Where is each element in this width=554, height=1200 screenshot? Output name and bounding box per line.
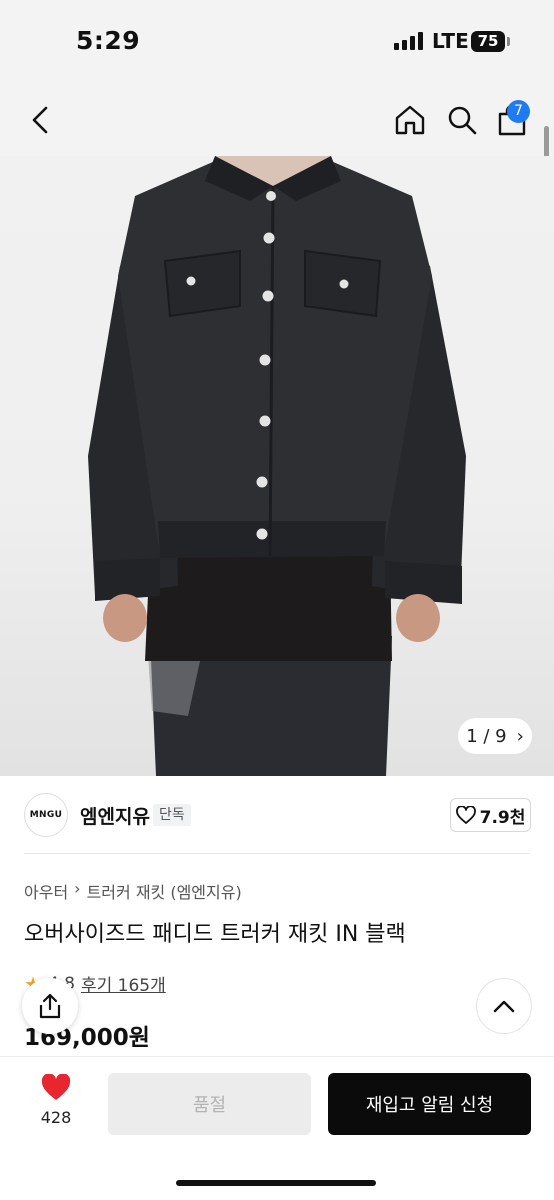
- battery-icon: 75: [471, 31, 505, 52]
- brand-name[interactable]: 엠엔지유: [80, 802, 150, 829]
- wishlist-button[interactable]: [36, 1073, 76, 1105]
- product-title: 오버사이즈드 패디드 트러커 재킷 IN 블랙: [24, 922, 406, 947]
- brand-logo[interactable]: MNGU: [24, 793, 68, 837]
- chevron-right-icon: ›: [74, 879, 81, 898]
- cart-count-badge: 7: [507, 100, 530, 123]
- battery-tip: [507, 37, 510, 46]
- jacket-illustration: [88, 156, 466, 776]
- share-button[interactable]: [22, 978, 78, 1034]
- signal-icon: [394, 32, 423, 50]
- home-icon[interactable]: [390, 100, 430, 140]
- chevron-right-icon: ›: [516, 725, 524, 747]
- chevron-up-icon: [493, 1000, 515, 1013]
- divider: [24, 853, 530, 854]
- soldout-label: 품절: [192, 1095, 227, 1116]
- home-indicator: [176, 1180, 376, 1186]
- brand-like-button[interactable]: 7.9천: [450, 798, 531, 832]
- brand-like-count: 7.9천: [479, 807, 526, 828]
- search-icon[interactable]: [442, 100, 482, 140]
- exclusive-badge: 단독: [153, 804, 191, 826]
- reviews-link[interactable]: 후기 165개: [81, 971, 166, 996]
- breadcrumb-item-category[interactable]: 트러커 재킷 (엠엔지유): [87, 879, 242, 903]
- network-label: LTE: [432, 29, 469, 53]
- heart-filled-icon: [41, 1073, 71, 1100]
- product-image[interactable]: [0, 156, 554, 776]
- restock-alert-button[interactable]: 재입고 알림 신청: [328, 1073, 531, 1135]
- wishlist-count: 428: [40, 1108, 72, 1127]
- image-counter-text: 1 / 9: [466, 725, 507, 747]
- heart-outline-icon: [455, 806, 476, 824]
- nav-bar: [0, 84, 554, 156]
- image-counter[interactable]: 1 / 9 ›: [458, 718, 532, 754]
- back-arrow-icon[interactable]: [22, 100, 58, 140]
- breadcrumb: 아우터 › 트러커 재킷 (엠엔지유): [24, 879, 242, 903]
- breadcrumb-item-outer[interactable]: 아우터: [24, 879, 68, 903]
- soldout-button: 품절: [108, 1073, 311, 1135]
- status-bar: 5:29 LTE 75: [0, 0, 554, 84]
- share-icon: [39, 993, 61, 1019]
- scroll-top-button[interactable]: [476, 978, 532, 1034]
- status-time: 5:29: [76, 26, 141, 55]
- brand-logo-text: MNGU: [29, 810, 63, 820]
- restock-alert-label: 재입고 알림 신청: [365, 1095, 494, 1116]
